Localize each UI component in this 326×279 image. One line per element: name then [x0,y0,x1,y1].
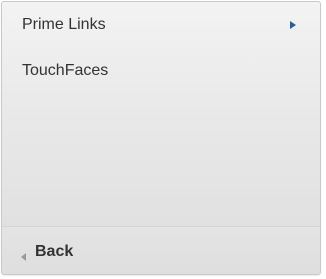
menu-item-touchfaces[interactable]: TouchFaces [2,48,320,94]
back-button-label: Back [35,243,74,260]
chevron-right-icon [290,21,296,29]
menu-item-label: Prime Links [22,16,106,33]
menu-item-label: TouchFaces [22,62,109,79]
chevron-left-icon [21,253,26,261]
navigation-panel: Prime Links TouchFaces Back [1,1,321,275]
menu-list: Prime Links TouchFaces [2,2,320,226]
back-button[interactable]: Back [21,239,73,265]
menu-item-prime-links[interactable]: Prime Links [2,2,320,48]
panel-footer: Back [2,226,320,274]
